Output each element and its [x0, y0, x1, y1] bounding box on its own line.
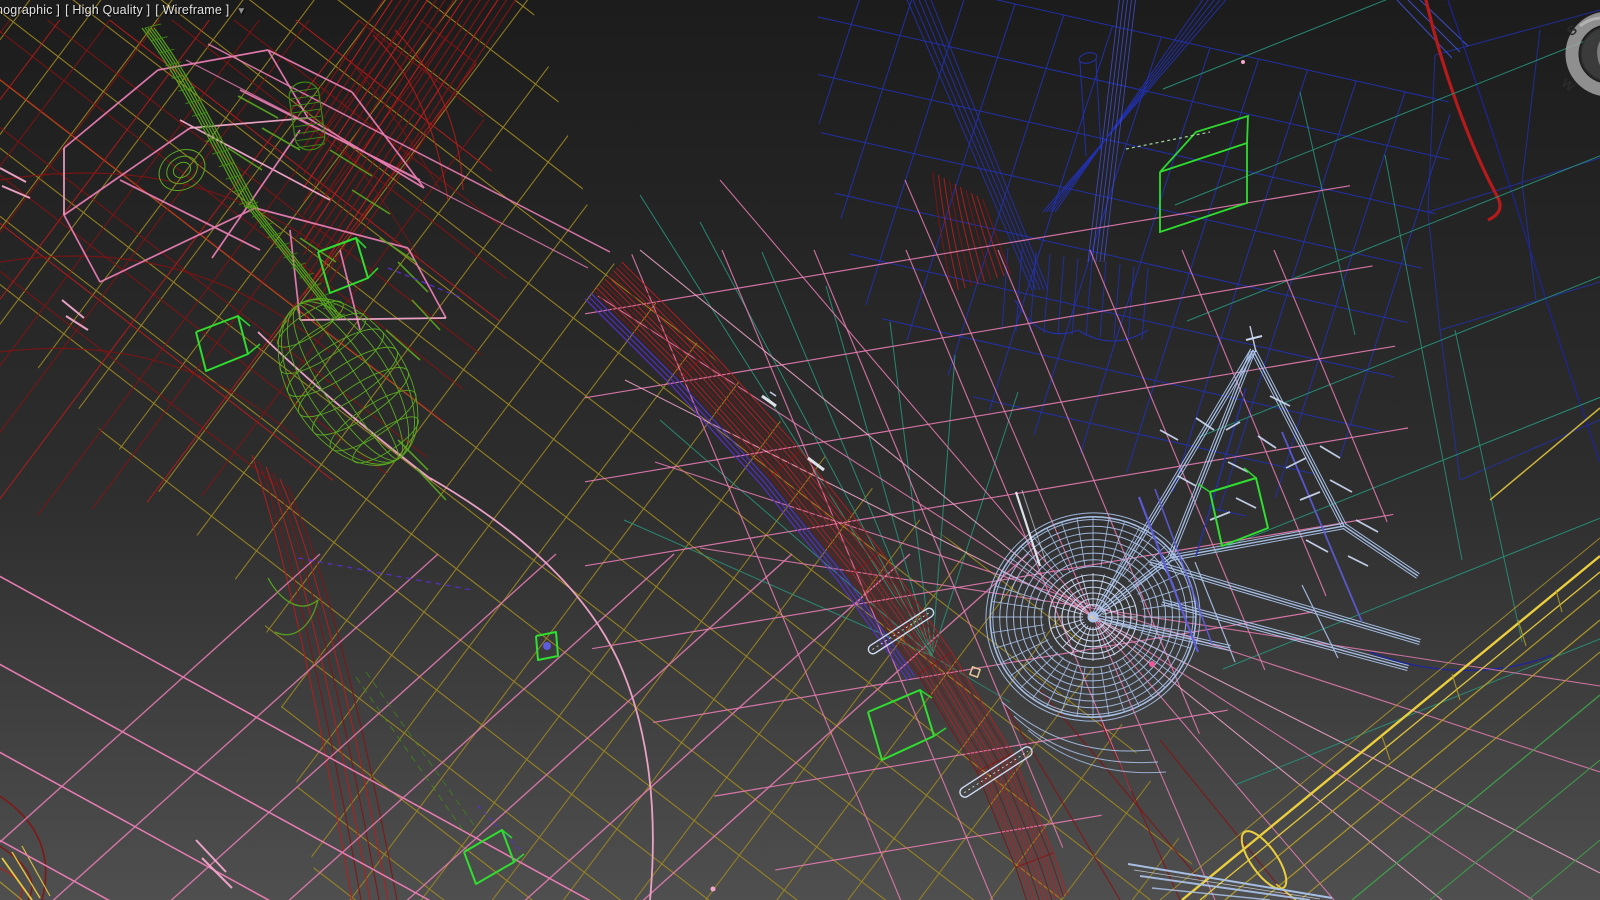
viewport-label-projection[interactable]: hographic ] — [0, 3, 60, 17]
viewport-3d[interactable]: hographic ] [ High Quality ] [ Wireframe ]… — [0, 0, 1600, 900]
viewcube-compass[interactable]: S W — [1556, 0, 1600, 113]
wireframe-scene — [0, 0, 1600, 900]
viewport-label-bar: hographic ] [ High Quality ] [ Wireframe ]… — [0, 3, 252, 17]
viewport-label-quality[interactable]: [ High Quality ] — [65, 3, 150, 17]
viewport-label-shading[interactable]: [ Wireframe ] — [155, 3, 229, 17]
viewport-menu-arrow-icon[interactable]: ▼ — [236, 6, 246, 17]
